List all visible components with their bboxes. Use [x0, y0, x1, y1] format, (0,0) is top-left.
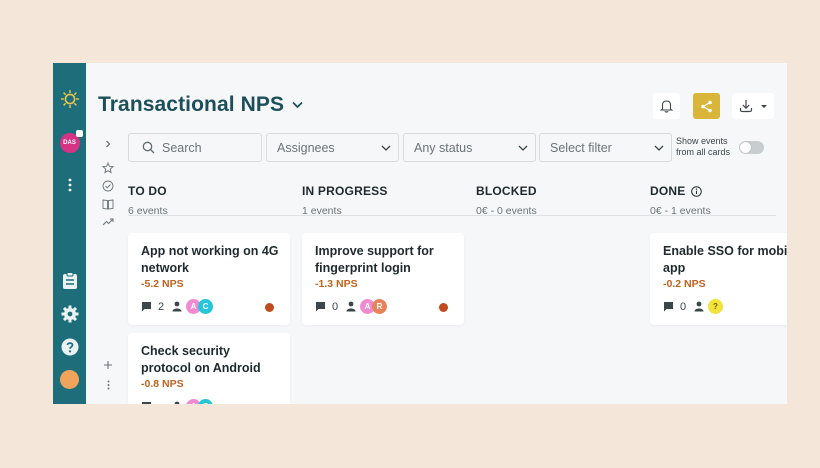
show-events-label: Show events from all cards	[676, 136, 730, 158]
vertical-dots-icon[interactable]	[53, 177, 86, 193]
search-icon	[142, 141, 155, 154]
sun-logo-icon[interactable]	[53, 89, 86, 109]
download-icon	[739, 100, 752, 113]
chevron-right-icon[interactable]	[100, 137, 116, 151]
check-circle-icon[interactable]	[100, 179, 116, 193]
lock-icon	[75, 130, 83, 137]
search-input[interactable]: Search	[128, 133, 262, 162]
column-title-row: DONE	[650, 184, 711, 198]
chevron-down-icon	[374, 145, 398, 151]
download-button[interactable]	[732, 93, 774, 119]
card-meta: 2 A C	[141, 299, 213, 314]
show-events-toggle[interactable]	[739, 141, 764, 154]
vertical-dots-icon[interactable]	[100, 378, 116, 392]
card-title: Check security protocol on Android	[141, 344, 261, 375]
show-events-label-line2: from all cards	[676, 147, 731, 157]
comment-icon	[142, 402, 151, 404]
share-button[interactable]	[693, 93, 720, 119]
column-header-done: DONE 0€ - 1 events	[650, 184, 711, 217]
star-icon[interactable]	[100, 161, 116, 175]
column-title: TO DO	[128, 184, 167, 198]
priority-dot	[265, 303, 274, 312]
info-icon[interactable]	[691, 185, 703, 197]
event-card[interactable]: App not working on 4G network -5.2 NPS 2…	[128, 233, 290, 325]
column-title: DONE	[650, 184, 686, 198]
comment-count: 2	[158, 300, 165, 313]
comment-icon	[664, 302, 673, 312]
assignees-label: Assignees	[277, 140, 335, 155]
card-title: Enable SSO for mobile app	[663, 244, 787, 275]
assignee-avatar: C	[198, 399, 213, 404]
assignees-select[interactable]: Assignees	[266, 133, 399, 162]
chevron-down-icon	[647, 145, 671, 151]
person-icon	[172, 301, 182, 312]
card-title: App not working on 4G network	[141, 244, 279, 275]
card-nps: -0.8 NPS	[141, 378, 184, 390]
clipboard-icon[interactable]	[53, 272, 86, 290]
card-nps: -1.3 NPS	[315, 278, 358, 290]
header-divider	[128, 215, 776, 216]
comment-count: 0	[332, 300, 339, 313]
show-events-label-line1: Show events	[676, 136, 728, 146]
gear-icon[interactable]	[53, 305, 86, 323]
assignee-avatar: C	[198, 299, 213, 314]
card-nps: -0.2 NPS	[663, 278, 706, 290]
comment-icon	[142, 302, 151, 312]
trend-icon[interactable]	[100, 215, 116, 229]
main-panel: Transactional NPS Search Assignees Any s…	[86, 63, 787, 404]
assignee-avatar: ?	[708, 299, 723, 314]
column-title: BLOCKED	[476, 184, 537, 198]
event-card[interactable]: Improve support for fingerprint login -1…	[302, 233, 464, 325]
plus-icon[interactable]	[100, 358, 116, 372]
card-meta: 0 A R	[315, 299, 387, 314]
user-avatar[interactable]	[53, 370, 86, 389]
comment-count: 0	[680, 300, 687, 313]
workspace-badge[interactable]: DAS	[53, 130, 86, 153]
column-header-in-progress: IN PROGRESS 1 events	[302, 184, 388, 217]
notifications-button[interactable]	[653, 93, 680, 119]
caret-down-icon	[760, 104, 767, 108]
share-icon	[701, 100, 712, 112]
chevron-down-icon	[511, 145, 535, 151]
sidebar-rail: DAS	[53, 63, 86, 404]
event-card[interactable]: Check security protocol on Android -0.8 …	[128, 333, 290, 404]
page-title-row[interactable]: Transactional NPS	[98, 93, 303, 117]
help-icon[interactable]	[53, 338, 86, 356]
person-icon	[346, 301, 356, 312]
card-nps: -5.2 NPS	[141, 278, 184, 290]
column-title: IN PROGRESS	[302, 184, 388, 198]
toggle-knob	[740, 142, 751, 153]
card-meta: 0 ?	[663, 299, 723, 314]
card-meta: A C	[141, 399, 213, 404]
assignee-avatar: R	[372, 299, 387, 314]
book-icon[interactable]	[100, 197, 116, 211]
chevron-down-icon[interactable]	[292, 101, 303, 109]
comment-icon	[316, 302, 325, 312]
status-select[interactable]: Any status	[403, 133, 536, 162]
app-window: DAS Transactional NPS Search Assignees A…	[53, 63, 787, 404]
workspace-badge-label: DAS	[63, 140, 76, 146]
status-label: Any status	[414, 140, 473, 155]
event-card[interactable]: Enable SSO for mobile app -0.2 NPS 0 ?	[650, 233, 787, 325]
filter-select[interactable]: Select filter	[539, 133, 672, 162]
column-header-todo: TO DO 6 events	[128, 184, 168, 217]
card-title: Improve support for fingerprint login	[315, 244, 434, 275]
column-header-blocked: BLOCKED 0€ - 0 events	[476, 184, 537, 217]
priority-dot	[439, 303, 448, 312]
person-icon	[694, 301, 704, 312]
filter-label: Select filter	[550, 140, 612, 155]
bell-icon	[660, 100, 673, 113]
person-icon	[174, 401, 180, 404]
search-placeholder: Search	[162, 140, 202, 155]
page-title: Transactional NPS	[98, 93, 285, 116]
